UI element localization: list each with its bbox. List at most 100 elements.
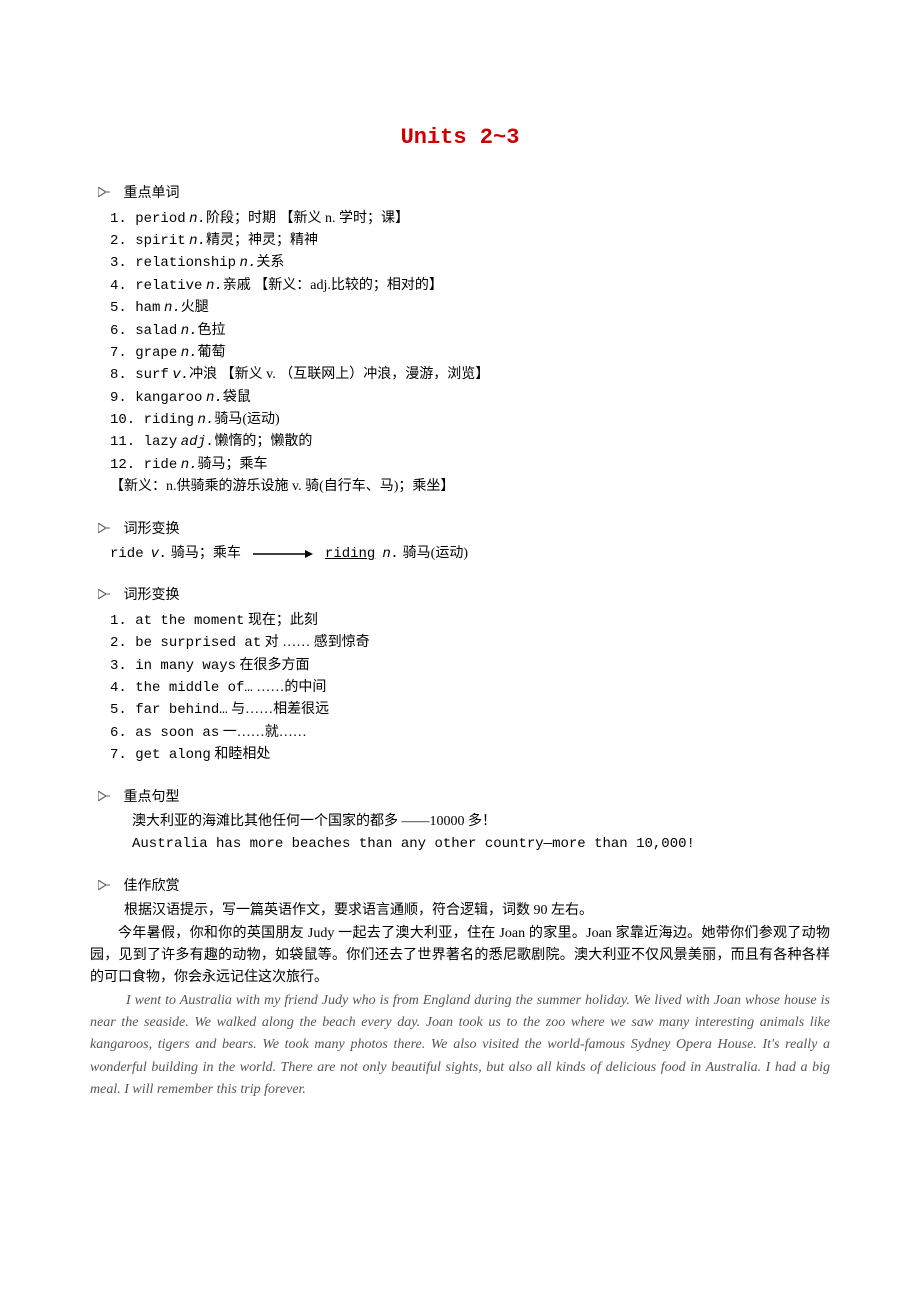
item-cn: 对 …… 感到惊奇 (265, 635, 370, 650)
item-def: 骑马(运动) (214, 412, 279, 427)
essay-intro: 根据汉语提示，写一篇英语作文，要求语言通顺，符合逻辑，词数 90 左右。 (90, 900, 830, 922)
item-word: grape (135, 345, 177, 361)
item-num: 3. (110, 658, 135, 674)
item-pos: n. (189, 233, 206, 249)
item-num: 6. (110, 725, 135, 741)
vocab-item: 12. ride n.骑马；乘车 (90, 454, 830, 476)
phrase-item: 1. at the moment 现在；此刻 (90, 610, 830, 632)
essay-prompt: 今年暑假，你和你的英国朋友 Judy 一起去了澳大利亚，住在 Joan 的家里。… (90, 923, 830, 990)
item-cn: 在很多方面 (240, 658, 310, 673)
item-num: 9. (110, 390, 135, 406)
item-num: 7. (110, 345, 135, 361)
item-num: 1. (110, 613, 135, 629)
item-num: 2. (110, 233, 135, 249)
item-num: 12. (110, 457, 144, 473)
sentence-en: Australia has more beaches than any othe… (90, 833, 830, 855)
item-cn: 和睦相处 (214, 747, 270, 762)
to-def: 骑马(运动) (403, 546, 468, 561)
item-en: be surprised at (135, 635, 261, 651)
item-num: 2. (110, 635, 135, 651)
item-word: riding (144, 412, 194, 428)
item-word: ride (144, 457, 178, 473)
item-word: period (135, 211, 185, 227)
item-en: at the moment (135, 613, 244, 629)
vocab-item: 3. relationship n.关系 (90, 252, 830, 274)
section-phrases-heading: 词形变换 (90, 585, 830, 607)
sentence-cn: 澳大利亚的海滩比其他任何一个国家的都多 ——10000 多！ (90, 811, 830, 833)
item-pos: n. (189, 211, 206, 227)
vocab-footnote: 【新义：n.供骑乘的游乐设施 v. 骑(自行车、马)；乘坐】 (90, 476, 830, 498)
item-def: 色拉 (198, 323, 226, 338)
item-word: spirit (135, 233, 185, 249)
item-pos: n. (181, 323, 198, 339)
item-pos: n. (181, 345, 198, 361)
item-cn: 一……就…… (223, 725, 307, 740)
essay-body: I went to Australia with my friend Judy … (90, 990, 830, 1102)
vocab-item: 9. kangaroo n.袋鼠 (90, 387, 830, 409)
vocab-item: 10. riding n.骑马(运动) (90, 409, 830, 431)
item-def: 火腿 (181, 300, 209, 315)
section-label: 重点单词 (124, 186, 180, 201)
bullet-icon (98, 519, 112, 541)
item-word: surf (135, 367, 169, 383)
from-def: 骑马；乘车 (171, 546, 241, 561)
item-def: 亲戚 (223, 278, 251, 293)
item-cn: 现在；此刻 (248, 613, 318, 628)
item-en: in many ways (135, 658, 236, 674)
item-num: 1. (110, 211, 135, 227)
vocab-item: 11. lazy adj.懒惰的；懒散的 (90, 431, 830, 453)
item-def: 骑马；乘车 (198, 457, 268, 472)
item-def: 关系 (256, 255, 284, 270)
section-sentences-heading: 重点句型 (90, 787, 830, 809)
phrase-item: 6. as soon as 一……就…… (90, 722, 830, 744)
section-label: 词形变换 (124, 588, 180, 603)
section-label: 重点句型 (124, 790, 180, 805)
vocab-item: 1. period n.阶段；时期 【新义 n. 学时；课】 (90, 208, 830, 230)
item-def: 冲浪 (189, 367, 217, 382)
item-def: 懒惰的；懒散的 (214, 434, 312, 449)
arrow-right-icon (253, 549, 313, 559)
document-page: Units 2~3 重点单词 1. period n.阶段；时期 【新义 n. … (0, 0, 920, 1162)
phrase-list: 1. at the moment 现在；此刻2. be surprised at… (90, 610, 830, 767)
vocab-item: 2. spirit n.精灵；神灵；精神 (90, 230, 830, 252)
vocab-item: 5. ham n.火腿 (90, 297, 830, 319)
item-def: 精灵；神灵；精神 (206, 233, 318, 248)
item-cn: ……的中间 (256, 680, 326, 695)
to-word: riding (325, 546, 375, 562)
phrase-item: 5. far behind… 与……相差很远 (90, 699, 830, 721)
item-pos: n. (240, 255, 257, 271)
item-num: 6. (110, 323, 135, 339)
item-en: get along (135, 747, 211, 763)
bullet-icon (98, 183, 112, 205)
item-num: 5. (110, 300, 135, 316)
section-label: 词形变换 (124, 522, 180, 537)
item-pos: v. (172, 367, 189, 383)
item-pos: adj. (181, 434, 215, 450)
item-word: relationship (135, 255, 236, 271)
item-word: ham (135, 300, 160, 316)
from-word: ride (110, 546, 144, 562)
item-note: 【新义：adj.比较的；相对的】 (254, 278, 443, 293)
item-note: 【新义 n. 学时；课】 (279, 211, 409, 226)
from-pos: v. (151, 546, 168, 562)
item-word: kangaroo (135, 390, 202, 406)
item-num: 3. (110, 255, 135, 271)
item-en: the middle of… (135, 680, 253, 696)
item-cn: 与……相差很远 (231, 702, 329, 717)
item-word: lazy (144, 434, 178, 450)
conversion-line: ride v. 骑马；乘车 riding n. 骑马(运动) (90, 543, 830, 565)
item-num: 4. (110, 680, 135, 696)
item-en: as soon as (135, 725, 219, 741)
phrase-item: 2. be surprised at 对 …… 感到惊奇 (90, 632, 830, 654)
item-def: 阶段；时期 (206, 211, 276, 226)
section-essay-heading: 佳作欣赏 (90, 876, 830, 898)
item-pos: n. (164, 300, 181, 316)
item-num: 11. (110, 434, 144, 450)
phrase-item: 7. get along 和睦相处 (90, 744, 830, 766)
to-pos: n. (382, 546, 399, 562)
item-pos: n. (206, 390, 223, 406)
bullet-icon (98, 876, 112, 898)
item-num: 7. (110, 747, 135, 763)
vocab-item: 8. surf v.冲浪 【新义 v. （互联网上）冲浪，漫游，浏览】 (90, 364, 830, 386)
vocab-item: 4. relative n.亲戚 【新义：adj.比较的；相对的】 (90, 275, 830, 297)
